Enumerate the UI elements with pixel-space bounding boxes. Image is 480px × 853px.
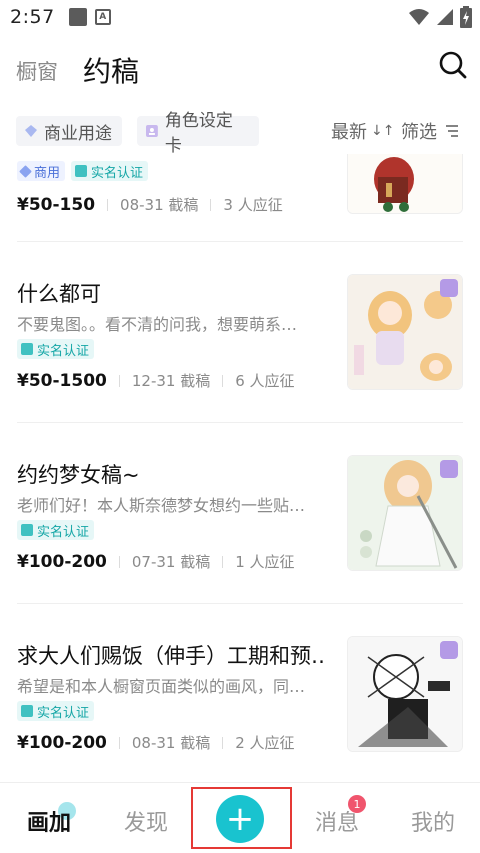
top-header: 橱窗 约稿 — [0, 44, 480, 92]
item-price: ¥100-200 — [17, 732, 107, 753]
sort-latest[interactable]: 最新 ↓↑ — [331, 118, 394, 144]
nav-me[interactable]: 我的 — [411, 805, 455, 837]
commission-list: 商用 实名认证 ¥50-150 08-31 截稿 3 人应征 什么都可 不要鬼图… — [0, 154, 480, 782]
tab-window[interactable]: 橱窗 — [16, 56, 58, 86]
notification-a-icon: A — [94, 9, 111, 25]
badge-row: 实名认证 — [17, 701, 95, 721]
id-icon — [21, 343, 33, 355]
add-button[interactable]: + — [216, 795, 264, 843]
item-price: ¥50-1500 — [17, 370, 107, 391]
sort-label: 最新 — [331, 122, 367, 143]
artwork-image — [348, 154, 462, 213]
nav-huajia[interactable]: 画加 — [27, 805, 71, 837]
diamond-icon — [25, 125, 37, 137]
item-applicants: 1 人应征 — [235, 553, 295, 571]
badge-verified-label: 实名认证 — [37, 343, 90, 359]
status-icons — [408, 6, 472, 28]
nav-discover[interactable]: 发现 — [124, 805, 168, 837]
item-thumbnail[interactable] — [347, 154, 463, 214]
wifi-icon — [409, 9, 429, 25]
item-thumbnail[interactable] — [347, 455, 463, 571]
item-deadline: 12-31 截稿 — [131, 372, 211, 390]
badge-commercial: 商用 — [17, 161, 66, 181]
badge-verified-label: 实名认证 — [37, 705, 90, 721]
item-applicants: 3 人应征 — [223, 196, 283, 214]
item-title: 什么都可 — [17, 282, 101, 306]
diamond-icon — [19, 164, 32, 178]
filter-button[interactable]: 筛选 — [401, 118, 459, 144]
list-item[interactable]: 什么都可 不要鬼图。。看不清的问我，想要萌系… 实名认证 ¥50-1500 12… — [0, 242, 480, 423]
item-title: 求大人们赐饭（伸手）工期和预… — [17, 644, 327, 668]
battery-icon — [460, 6, 472, 28]
meta-divider — [222, 555, 224, 568]
item-meta: ¥50-1500 12-31 截稿 6 人应征 — [17, 370, 295, 391]
item-description: 希望是和本人橱窗页面类似的画风，同… — [17, 677, 306, 696]
notification-square-icon — [68, 8, 87, 26]
badge-verified-label: 实名认证 — [37, 524, 90, 540]
badge-verified-label: 实名认证 — [91, 165, 144, 181]
character-card-icon — [440, 279, 458, 297]
badge-commercial-label: 商用 — [34, 165, 61, 181]
bottom-nav: 画加 发现 + 消息 1 我的 — [0, 782, 480, 853]
badge-row: 实名认证 — [17, 520, 95, 540]
badge-verified: 实名认证 — [17, 339, 95, 359]
character-card-icon — [145, 125, 158, 137]
id-icon — [21, 524, 33, 536]
item-title: 约约梦女稿~ — [17, 463, 140, 487]
list-item[interactable]: 商用 实名认证 ¥50-150 08-31 截稿 3 人应征 — [0, 154, 480, 242]
id-icon — [21, 705, 33, 717]
meta-divider — [107, 198, 109, 211]
item-meta: ¥50-150 08-31 截稿 3 人应征 — [17, 194, 283, 215]
filter-lines-icon — [446, 125, 458, 137]
meta-divider — [118, 374, 120, 387]
list-item[interactable]: 约约梦女稿~ 老师们好！本人斯奈德梦女想约一些贴… 实名认证 ¥100-200 … — [0, 423, 480, 604]
item-price: ¥100-200 — [17, 551, 107, 572]
badge-row: 实名认证 — [17, 339, 95, 359]
meta-divider — [222, 736, 224, 749]
chip-character-label: 角色设定卡 — [164, 111, 233, 156]
badge-verified: 实名认证 — [17, 520, 95, 540]
messages-badge: 1 — [348, 795, 366, 813]
item-meta: ¥100-200 07-31 截稿 1 人应征 — [17, 551, 295, 572]
item-description: 不要鬼图。。看不清的问我，想要萌系… — [17, 315, 298, 334]
filter-bar: 商业用途 角色设定卡 最新 ↓↑ 筛选 — [0, 111, 480, 156]
item-applicants: 2 人应征 — [235, 734, 295, 752]
status-bar: 2:57 A — [0, 0, 480, 34]
character-card-icon — [440, 641, 458, 659]
search-icon[interactable] — [438, 50, 468, 80]
tab-commission[interactable]: 约稿 — [83, 50, 139, 90]
item-meta: ¥100-200 08-31 截稿 2 人应征 — [17, 732, 295, 753]
item-thumbnail[interactable] — [347, 274, 463, 390]
chip-commercial-use[interactable]: 商业用途 — [16, 116, 122, 146]
filter-label: 筛选 — [401, 122, 437, 143]
signal-icon — [437, 9, 453, 25]
item-deadline: 07-31 截稿 — [131, 553, 211, 571]
item-price: ¥50-150 — [17, 194, 96, 215]
sort-icon: ↓↑ — [371, 123, 395, 139]
meta-divider — [118, 555, 120, 568]
badge-verified: 实名认证 — [17, 701, 95, 721]
id-icon — [75, 165, 88, 177]
item-applicants: 6 人应征 — [235, 372, 295, 390]
item-description: 老师们好！本人斯奈德梦女想约一些贴… — [17, 496, 306, 515]
meta-divider — [222, 374, 224, 387]
item-deadline: 08-31 截稿 — [120, 196, 199, 214]
list-item[interactable]: 求大人们赐饭（伸手）工期和预… 希望是和本人橱窗页面类似的画风，同… 实名认证 … — [0, 604, 480, 782]
status-time: 2:57 — [10, 6, 55, 28]
badge-row: 商用 实名认证 — [17, 161, 149, 181]
character-card-icon — [440, 460, 458, 478]
chip-character-card[interactable]: 角色设定卡 — [137, 111, 259, 156]
chip-commercial-label: 商业用途 — [44, 123, 112, 144]
meta-divider — [210, 198, 212, 211]
meta-divider — [118, 736, 120, 749]
item-thumbnail[interactable] — [347, 636, 463, 752]
badge-verified: 实名认证 — [71, 161, 149, 181]
item-deadline: 08-31 截稿 — [131, 734, 211, 752]
